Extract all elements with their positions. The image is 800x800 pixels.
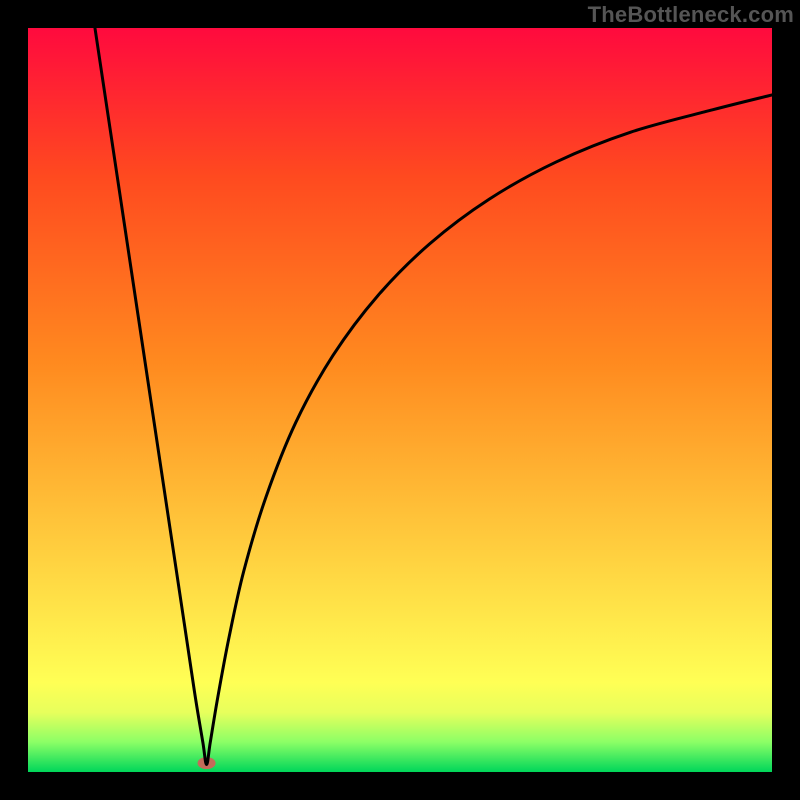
chart-svg xyxy=(28,28,772,772)
watermark-text: TheBottleneck.com xyxy=(588,2,794,28)
gradient-background xyxy=(28,28,772,772)
chart-frame xyxy=(28,28,772,772)
